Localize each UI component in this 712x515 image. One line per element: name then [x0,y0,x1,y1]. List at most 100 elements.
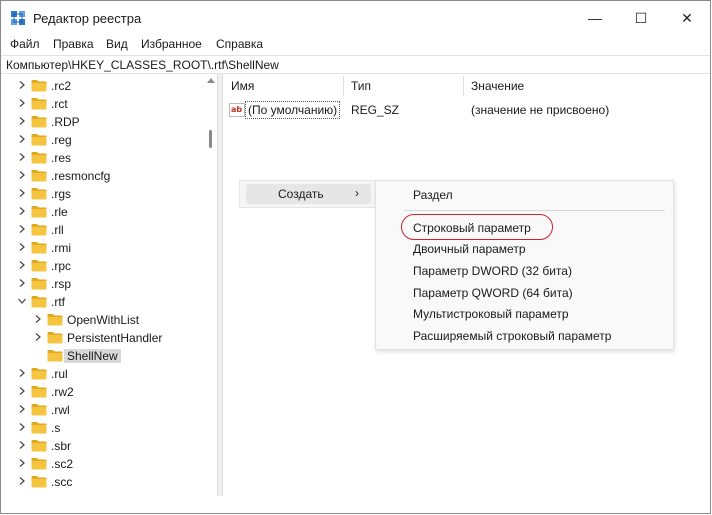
chevron-right-icon[interactable] [17,476,27,486]
chevron-right-icon[interactable] [17,404,27,414]
chevron-right-icon[interactable] [17,116,27,126]
chevron-right-icon[interactable] [33,314,43,324]
folder-icon [31,188,47,200]
submenu-item-dword-value[interactable]: Параметр DWORD (32 бита) [413,264,572,278]
chevron-right-icon[interactable] [17,98,27,108]
chevron-right-icon[interactable] [17,242,27,252]
chevron-right-icon[interactable] [17,170,27,180]
column-divider[interactable] [463,76,464,96]
menu-help[interactable]: Справка [216,37,263,51]
chevron-right-icon[interactable] [17,368,27,378]
tree-item[interactable]: .rle [1,203,206,221]
chevron-right-icon[interactable] [17,80,27,90]
chevron-right-icon[interactable] [17,134,27,144]
ab-string-icon: ab [229,103,245,117]
tree-scroll-thumb[interactable] [209,130,212,148]
tree-item[interactable]: .RDP [1,113,206,131]
chevron-down-icon[interactable] [17,296,27,306]
folder-icon [31,134,47,146]
tree-item-label: .res [51,151,72,165]
chevron-right-icon[interactable] [17,278,27,288]
menu-view[interactable]: Вид [106,37,128,51]
tree-item-label: .rwl [51,403,70,417]
chevron-right-icon[interactable] [17,260,27,270]
tree-item[interactable]: .rul [1,365,206,383]
tree-vertical-scrollbar[interactable] [205,74,217,496]
folder-icon [31,296,47,308]
folder-icon [31,224,47,236]
chevron-right-icon[interactable] [33,332,43,342]
folder-icon [31,368,47,380]
tree-item[interactable]: ShellNew [1,347,206,365]
chevron-right-icon[interactable] [17,422,27,432]
submenu-item-qword-value[interactable]: Параметр QWORD (64 бита) [413,286,573,300]
tree-item[interactable]: .sbr [1,437,206,455]
submenu-item-key[interactable]: Раздел [413,188,453,202]
column-header-data[interactable]: Значение [471,74,524,98]
tree-item[interactable]: .rc2 [1,77,206,95]
chevron-right-icon[interactable] [17,188,27,198]
tree-item-label: .rpc [51,259,72,273]
tree-item[interactable]: .s [1,419,206,437]
submenu-item-multistring-value[interactable]: Мультистроковый параметр [413,307,569,321]
tree-item[interactable]: .rsp [1,275,206,293]
title-bar: Редактор реестра — ☐ ✕ [1,1,710,35]
tree-horizontal-scrollbar[interactable] [1,496,217,513]
tree-item[interactable]: .rct [1,95,206,113]
submenu-item-binary-value[interactable]: Двоичный параметр [413,242,526,256]
minimize-button[interactable]: — [572,1,618,35]
submenu-separator [404,210,665,211]
tree-item[interactable]: OpenWithList [1,311,206,329]
folder-icon [31,116,47,128]
tree-item[interactable]: .rtf [1,293,206,311]
address-bar[interactable]: Компьютер\HKEY_CLASSES_ROOT\.rtf\ShellNe… [1,55,710,74]
value-row-default[interactable]: ab (По умолчанию) REG_SZ (значение не пр… [223,100,710,120]
tree-item[interactable]: .rwl [1,401,206,419]
menu-bar: Файл Правка Вид Избранное Справка [1,35,710,55]
menu-edit[interactable]: Правка [53,37,94,51]
tree-item[interactable]: .rpc [1,257,206,275]
value-name[interactable]: (По умолчанию) [245,101,341,119]
tree-item[interactable]: .rgs [1,185,206,203]
folder-icon [47,332,63,344]
menu-favorites[interactable]: Избранное [141,37,202,51]
chevron-right-icon[interactable] [17,440,27,450]
tree-item[interactable]: .sc2 [1,455,206,473]
chevron-right-icon[interactable] [17,386,27,396]
tree-item[interactable]: .rw2 [1,383,206,401]
folder-icon [31,98,47,110]
tree-item[interactable]: .res [1,149,206,167]
close-button[interactable]: ✕ [664,1,710,35]
tree-item[interactable]: .resmoncfg [1,167,206,185]
menu-file[interactable]: Файл [10,37,40,51]
menu-item-create[interactable]: Создать › [246,184,371,204]
maximize-button[interactable]: ☐ [618,1,664,35]
tree-item-label: .rsp [51,277,72,291]
window-title: Редактор реестра [33,11,142,26]
chevron-right-icon[interactable] [17,224,27,234]
chevron-right-icon[interactable] [17,152,27,162]
tree-item[interactable]: .rmi [1,239,206,257]
menu-item-create-label: Создать [278,187,324,201]
chevron-right-icon[interactable] [17,458,27,468]
column-header-name[interactable]: Имя [231,74,254,98]
submenu-item-expandable-string-value[interactable]: Расширяемый строковый параметр [413,329,611,343]
folder-icon [31,80,47,92]
scroll-up-arrow-icon[interactable] [207,78,215,83]
tree-item[interactable]: .rll [1,221,206,239]
svg-text:ab: ab [231,105,242,114]
tree-item-label: .rc2 [51,79,72,93]
tree-item[interactable]: .scc [1,473,206,491]
column-header-type[interactable]: Тип [351,74,371,98]
create-submenu: Раздел Строковый параметр Двоичный парам… [375,180,674,350]
column-divider[interactable] [343,76,344,96]
tree-item[interactable]: PersistentHandler [1,329,206,347]
tree-item-label: .rct [51,97,68,111]
chevron-right-icon[interactable] [17,206,27,216]
tree-item-label: .rgs [51,187,72,201]
key-tree[interactable]: .rc2 .rct .RDP .reg .res .resmoncfg .rgs .rle .r… [1,74,217,496]
folder-icon [31,152,47,164]
address-path[interactable]: Компьютер\HKEY_CLASSES_ROOT\.rtf\ShellNe… [6,58,279,72]
tree-item[interactable]: .reg [1,131,206,149]
context-menu: Создать › [239,180,376,208]
